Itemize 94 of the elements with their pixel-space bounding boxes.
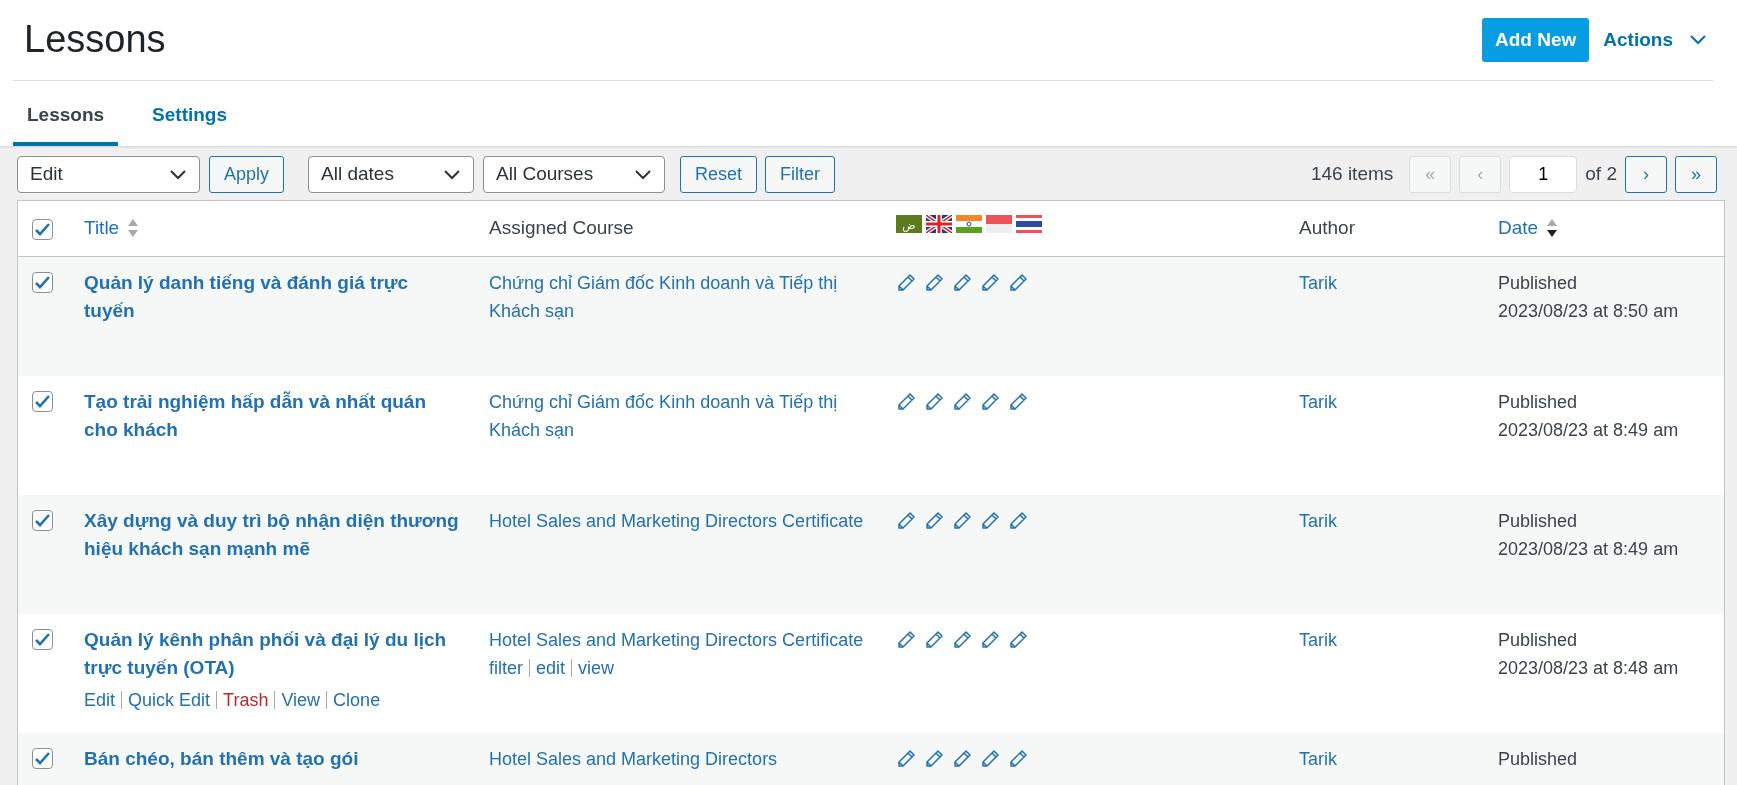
flag-icon: [926, 214, 952, 233]
checkbox[interactable]: [32, 628, 53, 650]
pencil-icon[interactable]: [896, 272, 916, 293]
row-action-link[interactable]: View: [281, 689, 321, 710]
lesson-title-link[interactable]: Quản lý kênh phân phối và đại lý du lịch trực tuyến (OTA): [84, 625, 459, 683]
pencil-icon[interactable]: [924, 748, 944, 769]
page-input[interactable]: 1: [1509, 156, 1578, 193]
pencil-icon[interactable]: [952, 391, 972, 412]
author-link[interactable]: Tarik: [1299, 748, 1337, 769]
page-button[interactable]: »: [1675, 156, 1717, 193]
pencil-icon[interactable]: [952, 510, 972, 531]
course-link[interactable]: Chứng chỉ Giám đốc Kinh doanh và Tiếp thị Khách sạn: [489, 268, 871, 327]
page-title: Lessons: [24, 17, 166, 63]
tab[interactable]: Lessons: [13, 89, 119, 146]
chevron-down-icon: [1689, 34, 1707, 46]
flag-icon: [986, 214, 1012, 233]
pencil-icon[interactable]: [1008, 629, 1028, 650]
post-status: Published: [1498, 628, 1579, 652]
lesson-title-link[interactable]: Tạo trải nghiệm hấp dẫn và nhất quán cho khách: [84, 387, 459, 445]
author-link[interactable]: Tarik: [1299, 629, 1337, 650]
course-link[interactable]: Chứng chỉ Giám đốc Kinh doanh và Tiếp thị Khách sạn: [489, 387, 871, 446]
checkbox[interactable]: [32, 219, 53, 240]
pencil-icon[interactable]: [980, 391, 1000, 412]
pencil-icon[interactable]: [896, 629, 916, 650]
pencil-icon[interactable]: [1008, 391, 1028, 412]
column-header: Author: [1299, 215, 1356, 240]
page-total: of 2: [1585, 162, 1617, 187]
author-link[interactable]: Tarik: [1299, 391, 1337, 412]
apply-button[interactable]: Apply: [209, 156, 285, 193]
sort-icon: [1546, 218, 1559, 238]
checkbox[interactable]: [32, 271, 53, 293]
course-link[interactable]: Hotel Sales and Marketing Directors Certificate: [489, 506, 871, 536]
post-date: 2023/08/23 at 8:48 am: [1498, 657, 1680, 681]
dropdown[interactable]: All dates: [308, 156, 475, 193]
pencil-icon[interactable]: [924, 272, 944, 293]
pencil-icon[interactable]: [924, 391, 944, 412]
lesson-title-link[interactable]: Bán chéo, bán thêm và tạo gói: [84, 744, 459, 773]
flag-icon: ض: [896, 214, 922, 233]
pencil-icon[interactable]: [952, 748, 972, 769]
pencil-icon[interactable]: [896, 510, 916, 531]
row-action-link[interactable]: Quick Edit: [128, 689, 211, 710]
post-status: Published: [1498, 271, 1579, 295]
pencil-icon[interactable]: [924, 629, 944, 650]
course-action-link[interactable]: view: [578, 658, 615, 679]
row-action-link[interactable]: Trash: [223, 689, 269, 710]
tab[interactable]: Settings: [138, 89, 242, 146]
checkbox[interactable]: [32, 390, 53, 412]
column-header[interactable]: Title: [84, 213, 120, 243]
checkbox[interactable]: [32, 509, 53, 531]
chevron-down-icon: [634, 168, 653, 181]
lesson-title-link[interactable]: Quản lý danh tiếng và đánh giá trực tuyến: [84, 268, 459, 326]
pencil-icon[interactable]: [1008, 272, 1028, 293]
post-date: 2023/08/23 at 8:50 am: [1498, 300, 1680, 324]
chevron-down-icon: [169, 168, 187, 181]
post-status: Published: [1498, 509, 1579, 533]
pencil-icon[interactable]: [980, 272, 1000, 293]
reset-button[interactable]: Reset: [680, 156, 758, 193]
course-action-link[interactable]: filter: [489, 658, 523, 679]
checkbox[interactable]: [32, 747, 53, 769]
pencil-icon[interactable]: [1008, 510, 1028, 531]
post-status: Published: [1498, 390, 1579, 414]
row-action-link[interactable]: Edit: [84, 689, 116, 710]
course-link[interactable]: Hotel Sales and Marketing Directors Certificate: [489, 625, 871, 655]
dropdown[interactable]: All Courses: [483, 156, 666, 193]
pencil-icon[interactable]: [980, 629, 1000, 650]
dropdown[interactable]: Edit: [17, 156, 200, 193]
pencil-icon[interactable]: [980, 510, 1000, 531]
sort-icon: [127, 218, 140, 238]
pencil-icon[interactable]: [1008, 748, 1028, 769]
flag-icon: [956, 214, 982, 233]
pencil-icon[interactable]: [896, 391, 916, 412]
row-action-link[interactable]: Clone: [333, 689, 381, 710]
column-header[interactable]: Date: [1498, 213, 1539, 243]
pencil-icon[interactable]: [980, 748, 1000, 769]
chevron-down-icon: [443, 168, 462, 181]
author-link[interactable]: Tarik: [1299, 510, 1337, 531]
filter-button[interactable]: Filter: [765, 156, 836, 193]
flag-icon: [1016, 214, 1042, 233]
pencil-icon[interactable]: [952, 629, 972, 650]
actions-dropdown[interactable]: Actions: [1597, 24, 1713, 56]
column-header: Assigned Course: [489, 215, 635, 240]
course-action-link[interactable]: edit: [536, 658, 566, 679]
course-link[interactable]: Hotel Sales and Marketing Directors: [489, 744, 871, 774]
add-new-button[interactable]: Add New: [1482, 17, 1590, 63]
lesson-title-link[interactable]: Xây dựng và duy trì bộ nhận diện thương hiệu khách sạn mạnh mẽ: [84, 506, 459, 564]
pencil-icon[interactable]: [896, 748, 916, 769]
page-button[interactable]: ›: [1625, 156, 1667, 193]
pencil-icon[interactable]: [952, 272, 972, 293]
post-date: 2023/08/23 at 8:49 am: [1498, 419, 1680, 443]
author-link[interactable]: Tarik: [1299, 272, 1337, 293]
pencil-icon[interactable]: [924, 510, 944, 531]
post-date: 2023/08/23 at 8:49 am: [1498, 538, 1680, 562]
post-status: Published: [1498, 747, 1579, 771]
items-count: 146 items: [1310, 162, 1394, 187]
